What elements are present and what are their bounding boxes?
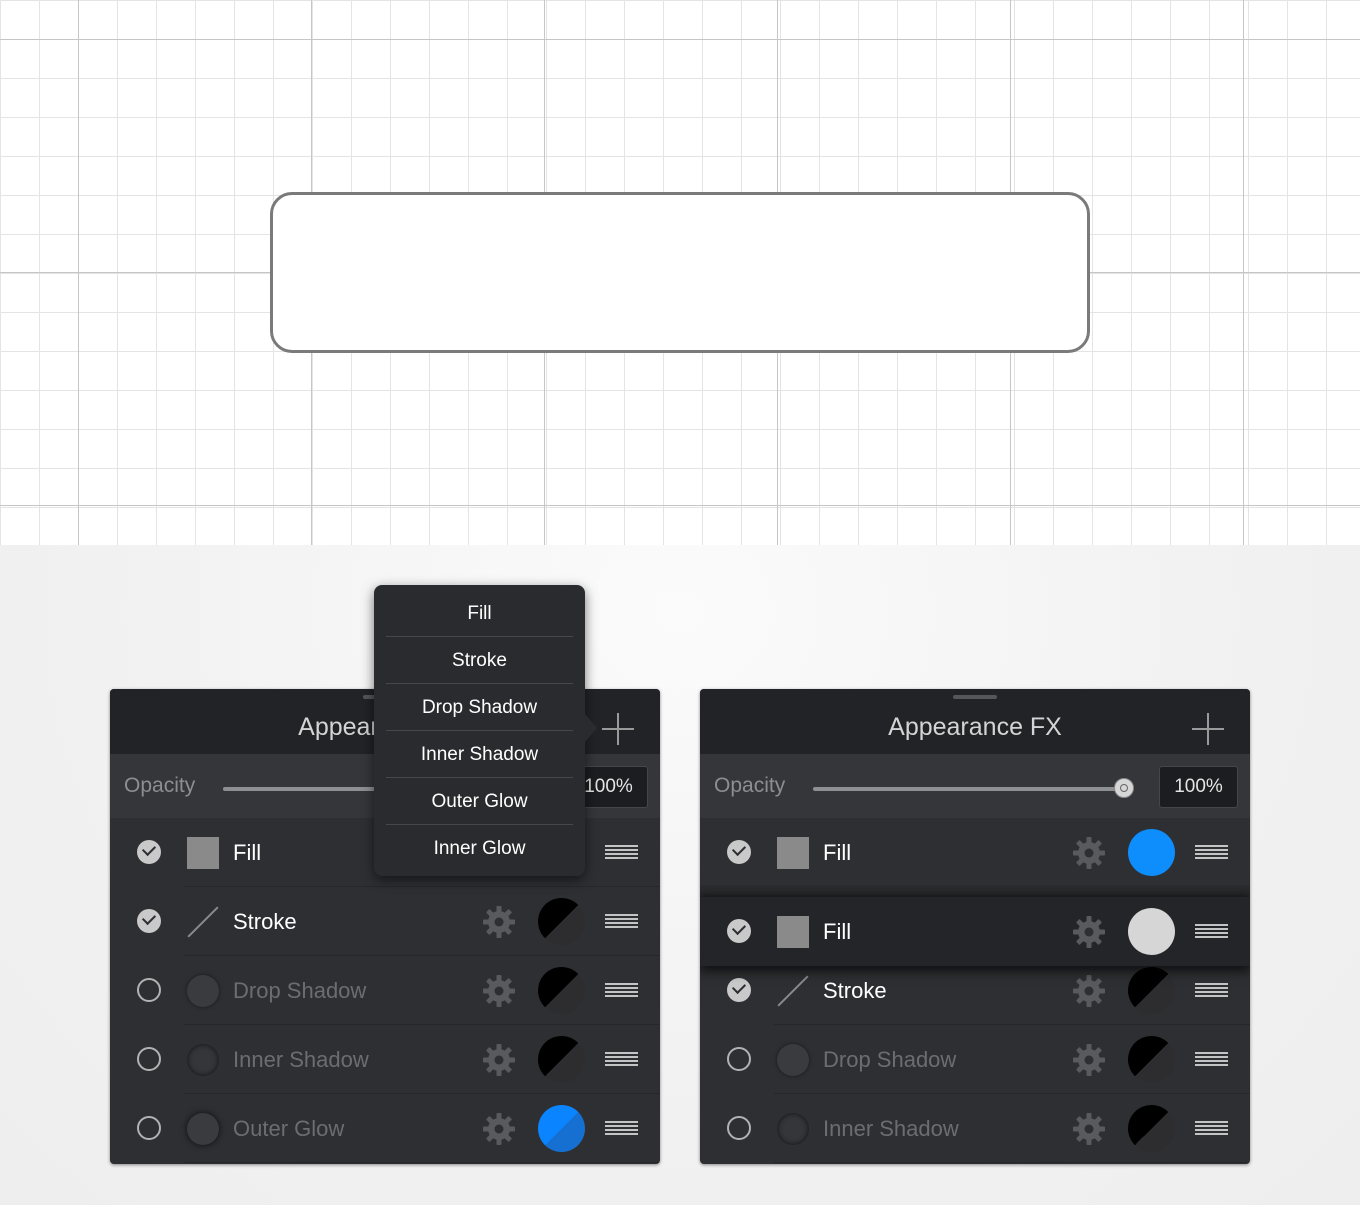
menu-item-inner-shadow[interactable]: Inner Shadow <box>386 731 573 778</box>
menu-item-label: Inner Shadow <box>420 744 539 765</box>
menu-item-label: Stroke <box>452 650 507 671</box>
gear-icon[interactable] <box>1072 1043 1106 1077</box>
color-swatch[interactable] <box>1128 1036 1175 1083</box>
gear-icon[interactable] <box>482 974 516 1008</box>
menu-item-label: Outer Glow <box>431 791 528 812</box>
drop-shadow-icon <box>187 975 219 1007</box>
color-swatch[interactable] <box>1128 908 1175 955</box>
panel-title: Appearance FX <box>888 713 1062 741</box>
outer-glow-icon <box>187 1113 219 1145</box>
color-swatch[interactable] <box>538 898 585 945</box>
effect-label: Fill <box>823 840 852 865</box>
enable-checkbox[interactable] <box>727 919 751 943</box>
appearance-fx-panel-right: Appearance FX Opacity 100% Fill Fill Strok… <box>700 689 1250 1164</box>
stroke-icon <box>777 975 809 1007</box>
drop-gap <box>700 885 1250 897</box>
enable-checkbox[interactable] <box>727 1116 751 1140</box>
effect-label: Inner Shadow <box>233 1047 369 1072</box>
row-divider <box>774 1162 1250 1163</box>
reorder-handle-icon[interactable] <box>1195 845 1228 859</box>
color-swatch[interactable] <box>1128 829 1175 876</box>
effect-label: Outer Glow <box>233 1116 345 1141</box>
fill-icon <box>777 837 809 869</box>
reorder-handle-icon[interactable] <box>1195 1052 1228 1066</box>
menu-item-label: Drop Shadow <box>421 697 538 718</box>
effect-row[interactable]: Fill <box>700 818 1250 887</box>
enable-checkbox[interactable] <box>137 840 161 864</box>
color-swatch[interactable] <box>1128 1105 1175 1152</box>
reorder-handle-icon[interactable] <box>605 983 638 997</box>
opacity-label: Opacity <box>714 774 786 797</box>
rounded-rectangle-shape[interactable] <box>270 192 1090 353</box>
stroke-icon <box>187 906 219 938</box>
menu-pointer-arrow <box>585 714 597 742</box>
panel-grabber[interactable] <box>953 695 997 699</box>
add-effect-menu: Fill Stroke Drop Shadow Inner Shadow Outer G… <box>374 585 585 876</box>
reorder-handle-icon[interactable] <box>605 1121 638 1135</box>
enable-checkbox[interactable] <box>137 978 161 1002</box>
add-effect-icon[interactable] <box>1192 713 1224 745</box>
inner-shadow-icon <box>777 1113 809 1145</box>
effect-label: Inner Shadow <box>823 1116 959 1141</box>
effect-row[interactable]: Drop Shadow <box>700 1025 1250 1094</box>
opacity-label: Opacity <box>124 774 196 797</box>
fill-icon <box>187 837 219 869</box>
opacity-value-field[interactable]: 100% <box>1159 766 1238 808</box>
color-swatch[interactable] <box>538 1036 585 1083</box>
opacity-slider-track[interactable] <box>813 787 1126 791</box>
effect-row[interactable]: Stroke <box>700 956 1250 1025</box>
effect-label: Stroke <box>823 978 887 1003</box>
add-effect-icon[interactable] <box>602 713 634 745</box>
gear-icon[interactable] <box>1072 915 1106 949</box>
effect-label: Stroke <box>233 909 297 934</box>
drop-shadow-icon <box>777 1044 809 1076</box>
inner-shadow-icon <box>187 1044 219 1076</box>
effect-row[interactable]: Outer Glow <box>110 1094 660 1163</box>
panel-header: Appearance FX <box>700 689 1250 754</box>
opacity-row: Opacity 100% <box>700 754 1250 818</box>
effect-row[interactable]: Drop Shadow <box>110 956 660 1025</box>
enable-checkbox[interactable] <box>727 978 751 1002</box>
gear-icon[interactable] <box>482 905 516 939</box>
enable-checkbox[interactable] <box>137 909 161 933</box>
reorder-handle-icon[interactable] <box>1195 1121 1228 1135</box>
reorder-handle-icon[interactable] <box>605 1052 638 1066</box>
effect-row[interactable]: Fill <box>700 897 1250 966</box>
color-swatch[interactable] <box>538 1105 585 1152</box>
opacity-slider-knob[interactable] <box>1114 778 1134 798</box>
effect-label: Drop Shadow <box>823 1047 957 1072</box>
enable-checkbox[interactable] <box>137 1047 161 1071</box>
menu-item-label: Inner Glow <box>433 838 526 859</box>
effect-row[interactable]: Stroke <box>110 887 660 956</box>
enable-checkbox[interactable] <box>137 1116 161 1140</box>
effect-row[interactable]: Inner Shadow <box>700 1094 1250 1163</box>
design-canvas[interactable] <box>0 0 1360 545</box>
gear-icon[interactable] <box>1072 974 1106 1008</box>
gear-icon[interactable] <box>1072 1112 1106 1146</box>
effect-label: Fill <box>233 840 262 865</box>
effect-label: Drop Shadow <box>233 978 367 1003</box>
gear-icon[interactable] <box>1072 836 1106 870</box>
effect-row[interactable]: Inner Shadow <box>110 1025 660 1094</box>
menu-item-label: Fill <box>467 603 492 624</box>
color-swatch[interactable] <box>538 967 585 1014</box>
menu-item-drop-shadow[interactable]: Drop Shadow <box>386 684 573 731</box>
effect-label: Fill <box>823 919 852 944</box>
gear-icon[interactable] <box>482 1112 516 1146</box>
menu-item-fill[interactable]: Fill <box>386 590 573 637</box>
reorder-handle-icon[interactable] <box>605 914 638 928</box>
gear-icon[interactable] <box>482 1043 516 1077</box>
reorder-handle-icon[interactable] <box>1195 983 1228 997</box>
fill-icon <box>777 916 809 948</box>
reorder-handle-icon[interactable] <box>605 845 638 859</box>
menu-item-outer-glow[interactable]: Outer Glow <box>386 778 573 825</box>
reorder-handle-icon[interactable] <box>1195 924 1228 938</box>
enable-checkbox[interactable] <box>727 1047 751 1071</box>
enable-checkbox[interactable] <box>727 840 751 864</box>
row-divider <box>184 1162 660 1163</box>
menu-item-stroke[interactable]: Stroke <box>386 637 573 684</box>
menu-item-inner-glow[interactable]: Inner Glow <box>386 825 573 872</box>
color-swatch[interactable] <box>1128 967 1175 1014</box>
